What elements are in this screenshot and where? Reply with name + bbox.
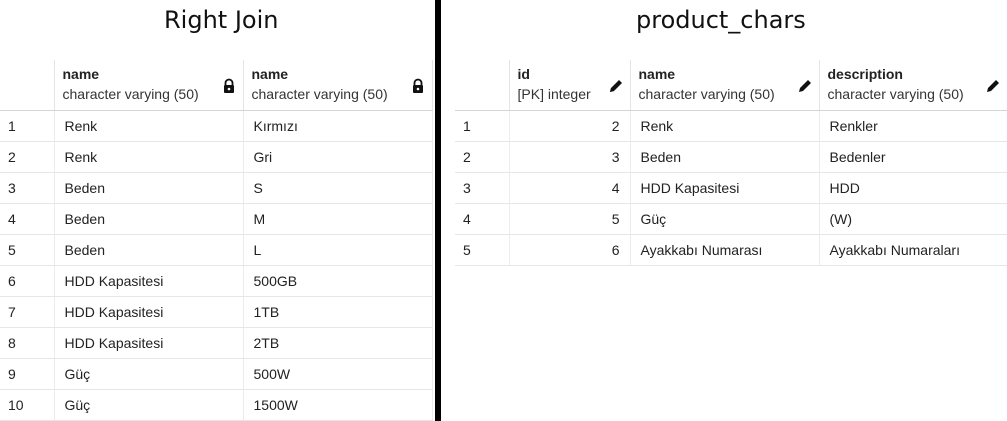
cell-name-2[interactable]: 1TB [243, 296, 433, 328]
column-name: name [251, 66, 289, 82]
lock-icon [412, 78, 423, 93]
row-number: 5 [0, 234, 55, 266]
cell-name-2[interactable]: S [243, 172, 433, 204]
table-row[interactable]: 4 Beden M [0, 203, 433, 235]
cell-description[interactable]: HDD [819, 172, 1007, 204]
cell-description[interactable]: Renkler [819, 110, 1007, 142]
row-number: 9 [0, 358, 55, 390]
cell-name-1[interactable]: Renk [54, 141, 244, 173]
cell-name-1[interactable]: Güç [54, 389, 244, 421]
row-number: 1 [0, 110, 55, 142]
row-number: 6 [0, 265, 55, 297]
row-number: 3 [455, 172, 510, 204]
row-number: 5 [455, 234, 510, 266]
cell-name-2[interactable]: Kırmızı [243, 110, 433, 142]
row-number: 3 [0, 172, 55, 204]
table-row[interactable]: 2 3 Beden Bedenler [455, 141, 1007, 173]
row-number: 2 [455, 141, 510, 173]
column-type: character varying (50) [827, 86, 964, 102]
pencil-icon [609, 80, 622, 92]
column-type: character varying (50) [251, 86, 388, 102]
cell-name[interactable]: Güç [630, 203, 820, 235]
table-row[interactable]: 5 6 Ayakkabı Numarası Ayakkabı Numaraları [455, 234, 1007, 266]
cell-name-1[interactable]: Beden [54, 234, 244, 266]
column-header-name-1[interactable]: name character varying (50) [54, 60, 244, 111]
table-row[interactable]: 7 HDD Kapasitesi 1TB [0, 296, 433, 328]
column-name: name [62, 66, 100, 82]
table-row[interactable]: 1 2 Renk Renkler [455, 110, 1007, 142]
column-type: character varying (50) [638, 86, 775, 102]
column-header-name[interactable]: name character varying (50) [630, 60, 820, 111]
cell-name[interactable]: HDD Kapasitesi [630, 172, 820, 204]
right-panel-title: product_chars [636, 6, 806, 34]
column-header-id[interactable]: id [PK] integer [509, 60, 631, 111]
cell-name[interactable]: Beden [630, 141, 820, 173]
cell-name-2[interactable]: 2TB [243, 327, 433, 359]
table-row[interactable]: 9 Güç 500W [0, 358, 433, 390]
table-row[interactable]: 5 Beden L [0, 234, 433, 266]
cell-name-1[interactable]: Beden [54, 172, 244, 204]
cell-name-2[interactable]: 1500W [243, 389, 433, 421]
column-header-name-2[interactable]: name character varying (50) [243, 60, 433, 111]
left-panel-title: Right Join [164, 6, 279, 34]
row-number: 4 [0, 203, 55, 235]
column-header-description[interactable]: description character varying (50) [819, 60, 1007, 111]
row-number-header [0, 60, 55, 111]
row-number-header [455, 60, 510, 111]
cell-id[interactable]: 4 [509, 172, 631, 204]
table-row[interactable]: 4 5 Güç (W) [455, 203, 1007, 235]
cell-description[interactable]: Bedenler [819, 141, 1007, 173]
row-number: 4 [455, 203, 510, 235]
row-number: 7 [0, 296, 55, 328]
cell-name-2[interactable]: L [243, 234, 433, 266]
cell-id[interactable]: 5 [509, 203, 631, 235]
table-row[interactable]: 10 Güç 1500W [0, 389, 433, 421]
cell-description[interactable]: Ayakkabı Numaraları [819, 234, 1007, 266]
column-type: character varying (50) [62, 86, 199, 102]
row-number: 2 [0, 141, 55, 173]
column-name: description [827, 66, 903, 82]
table-row[interactable]: 6 HDD Kapasitesi 500GB [0, 265, 433, 297]
cell-name-1[interactable]: Güç [54, 358, 244, 390]
cell-id[interactable]: 3 [509, 141, 631, 173]
cell-id[interactable]: 6 [509, 234, 631, 266]
panel-divider [435, 0, 441, 421]
cell-name-2[interactable]: 500W [243, 358, 433, 390]
pencil-icon [986, 80, 999, 92]
cell-name[interactable]: Renk [630, 110, 820, 142]
cell-name-1[interactable]: HDD Kapasitesi [54, 265, 244, 297]
row-number: 1 [455, 110, 510, 142]
column-type: [PK] integer [517, 86, 591, 102]
cell-name-1[interactable]: Renk [54, 110, 244, 142]
lock-icon [223, 78, 234, 93]
table-row[interactable]: 1 Renk Kırmızı [0, 110, 433, 142]
right-join-table: name character varying (50) name charact… [0, 60, 433, 421]
table-row[interactable]: 8 HDD Kapasitesi 2TB [0, 327, 433, 359]
row-number: 10 [0, 389, 55, 421]
cell-name-1[interactable]: HDD Kapasitesi [54, 296, 244, 328]
cell-description[interactable]: (W) [819, 203, 1007, 235]
column-name: id [517, 66, 530, 82]
table-row[interactable]: 3 Beden S [0, 172, 433, 204]
cell-name-2[interactable]: M [243, 203, 433, 235]
cell-name-2[interactable]: 500GB [243, 265, 433, 297]
pencil-icon [798, 80, 811, 92]
cell-name-2[interactable]: Gri [243, 141, 433, 173]
row-number: 8 [0, 327, 55, 359]
cell-name[interactable]: Ayakkabı Numarası [630, 234, 820, 266]
cell-name-1[interactable]: Beden [54, 203, 244, 235]
product-chars-table: id [PK] integer name character varying (… [455, 60, 1007, 266]
table-row[interactable]: 3 4 HDD Kapasitesi HDD [455, 172, 1007, 204]
cell-id[interactable]: 2 [509, 110, 631, 142]
table-row[interactable]: 2 Renk Gri [0, 141, 433, 173]
column-name: name [638, 66, 676, 82]
cell-name-1[interactable]: HDD Kapasitesi [54, 327, 244, 359]
